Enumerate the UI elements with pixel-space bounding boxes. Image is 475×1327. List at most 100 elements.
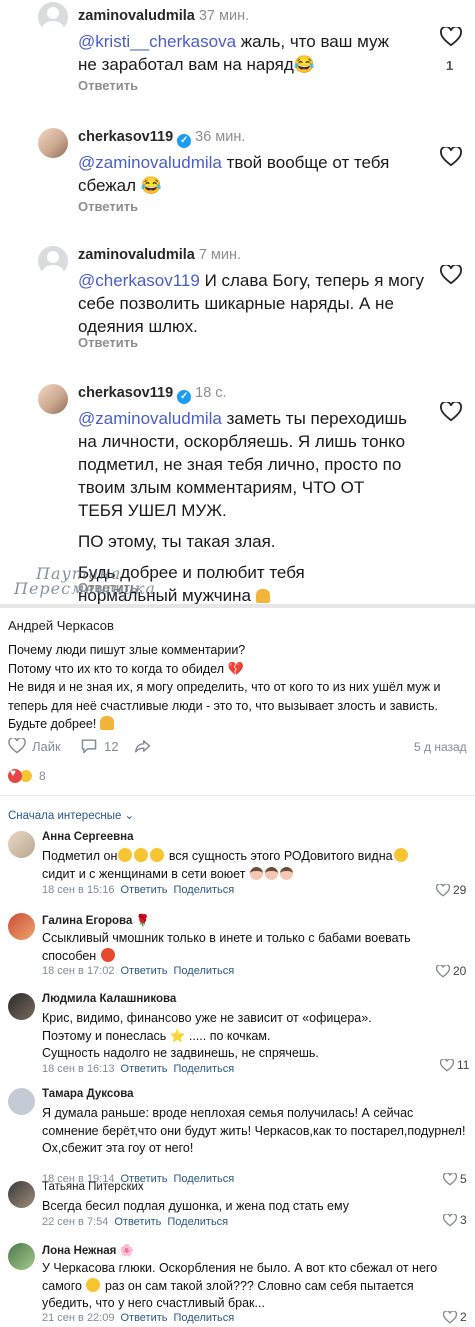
comment-text: Ссыкливый чмошник только в инете и тольк… [42, 931, 411, 963]
heart-icon[interactable] [440, 402, 462, 422]
ig-time: 18 с. [195, 385, 227, 401]
comment-text: Я думала раньше: вроде неплохая семья по… [42, 1106, 466, 1155]
heart-icon [440, 1058, 454, 1072]
flower-icon: 🌸 [119, 1245, 134, 1257]
avatar[interactable] [38, 384, 68, 414]
comment-author[interactable]: Людмила Калашникова [42, 993, 176, 1005]
heart-icon[interactable] [440, 147, 462, 167]
heart-icon [443, 1213, 457, 1227]
avatar[interactable] [8, 831, 35, 858]
avatar[interactable] [8, 1181, 35, 1208]
reply-button[interactable]: Ответить [78, 78, 138, 93]
reply-button[interactable]: Ответить [78, 199, 138, 214]
heart-icon [443, 1310, 457, 1324]
heart-icon [8, 738, 26, 754]
avatar[interactable] [8, 1243, 35, 1270]
mention-link[interactable]: @cherkasov119 [78, 271, 200, 290]
reply-link[interactable]: Ответить [114, 1216, 161, 1228]
share-link[interactable]: Поделиться [174, 884, 235, 896]
heart-reaction-icon [8, 768, 22, 783]
ig-username[interactable]: zaminovaludmila 7 мин. [78, 247, 241, 263]
section-divider [0, 604, 475, 608]
heart-icon [443, 1172, 457, 1186]
angry-emoji [100, 947, 115, 962]
share-link[interactable]: Поделиться [174, 1063, 235, 1075]
ig-username[interactable]: zaminovaludmila 37 мин. [78, 8, 249, 24]
like-button[interactable]: Лайк [8, 738, 61, 754]
mention-link[interactable]: @zaminovaludmila [78, 153, 222, 172]
avatar[interactable] [38, 128, 68, 158]
separator [0, 795, 475, 796]
comment-meta: 21 сен в 22:09 Ответить Поделиться [42, 1312, 235, 1324]
share-link[interactable]: Поделиться [174, 965, 235, 977]
reactions[interactable]: 8 [8, 768, 46, 783]
comment-text: Крис, видимо, финансово уже не зависит о… [42, 1011, 372, 1060]
heart-icon [436, 883, 450, 897]
watermark: Паутина Пересмешника [14, 564, 156, 598]
comment-author[interactable]: Татьяна Питерских [42, 1181, 144, 1193]
comment-meta: 18 сен в 15:16 Ответить Поделиться [42, 884, 235, 896]
heart-icon[interactable] [440, 265, 462, 285]
comment-author[interactable]: Галина Егорова 🌹 [42, 913, 150, 927]
post-author[interactable]: Андрей Черкасов [8, 618, 114, 633]
mention-link[interactable]: @zaminovaludmila [78, 409, 222, 428]
share-button[interactable] [134, 738, 158, 754]
comment-meta: 22 сен в 7:54 Ответить Поделиться [42, 1216, 229, 1228]
mention-link[interactable]: @kristi__cherkasova [78, 32, 236, 51]
heart-icon [436, 964, 450, 978]
pray-emoji [255, 589, 270, 603]
comment-author[interactable]: Анна Сергеевна [42, 831, 134, 843]
comment-like-button[interactable]: 20 [436, 964, 466, 978]
flower-icon: 🌹 [135, 915, 150, 927]
share-icon [135, 740, 151, 753]
comment-author[interactable]: Тамара Дуксова [42, 1088, 134, 1100]
ig-comment-text: @kristi__cherkasova жаль, что ваш муж не… [78, 32, 390, 74]
verified-icon: ✓ [177, 390, 192, 404]
comment-meta: 18 сен в 17:02 Ответить Поделиться [42, 965, 235, 977]
reply-link[interactable]: Ответить [120, 1312, 167, 1324]
comment-text: Всегда бесил подлая душонка, и жена под … [42, 1199, 349, 1213]
comment-text: Подметил он вся сущность этого РОДовитог… [42, 848, 442, 883]
ig-comment-text: @zaminovaludmila твой вообще от тебя сбе… [78, 153, 390, 195]
comment-like-button[interactable]: 5 [443, 1172, 467, 1186]
comment-icon [81, 739, 97, 754]
comments-button[interactable]: 12 [80, 738, 118, 754]
comment-author[interactable]: Лона Нежная 🌸 [42, 1243, 134, 1257]
star-emoji: ⭐ [169, 1028, 186, 1043]
thinking-emoji [86, 1277, 101, 1292]
ig-time: 36 мин. [195, 129, 246, 145]
comment-text: У Черкасова глюки. Оскорбления не было. … [42, 1261, 438, 1310]
ig-username[interactable]: cherkasov119 ✓ 36 мин. [78, 129, 245, 148]
share-link[interactable]: Поделиться [174, 1173, 235, 1185]
reply-button[interactable]: Ответить [78, 335, 138, 350]
avatar[interactable] [8, 993, 35, 1020]
reply-link[interactable]: Ответить [120, 965, 167, 977]
verified-icon: ✓ [177, 134, 192, 148]
sort-dropdown[interactable]: Сначала интересные ⌄ [8, 808, 134, 822]
reply-link[interactable]: Ответить [120, 1063, 167, 1075]
avatar[interactable] [38, 2, 68, 32]
like-count: 1 [446, 58, 454, 73]
share-link[interactable]: Поделиться [174, 1312, 235, 1324]
comment-like-button[interactable]: 29 [436, 883, 466, 897]
instagram-comments-screenshot: zaminovaludmila 37 мин. @kristi__cherkaso… [0, 0, 475, 610]
ig-time: 7 мин. [198, 247, 242, 263]
ig-time: 37 мин. [198, 8, 250, 24]
post-text: Почему люди пишут злые комментарии? Пото… [8, 643, 441, 731]
broken-heart-emoji: 💔 [227, 660, 244, 676]
heart-icon[interactable] [440, 27, 462, 47]
comment-like-button[interactable]: 2 [443, 1310, 467, 1324]
comment-meta: 18 сен в 16:13 Ответить Поделиться [42, 1063, 235, 1075]
avatar[interactable] [38, 246, 68, 276]
reactions-count: 8 [39, 769, 46, 783]
share-link[interactable]: Поделиться [167, 1216, 228, 1228]
pray-emoji [99, 716, 114, 730]
reply-link[interactable]: Ответить [120, 884, 167, 896]
post-date: 5 д назад [414, 740, 467, 754]
avatar[interactable] [8, 1088, 35, 1115]
comment-like-button[interactable]: 3 [443, 1213, 467, 1227]
ig-username[interactable]: cherkasov119 ✓ 18 с. [78, 385, 227, 404]
ig-comment-text: @cherkasov119 И слава Богу, теперь я мог… [78, 271, 424, 336]
comment-like-button[interactable]: 11 [440, 1058, 469, 1072]
avatar[interactable] [8, 913, 35, 940]
